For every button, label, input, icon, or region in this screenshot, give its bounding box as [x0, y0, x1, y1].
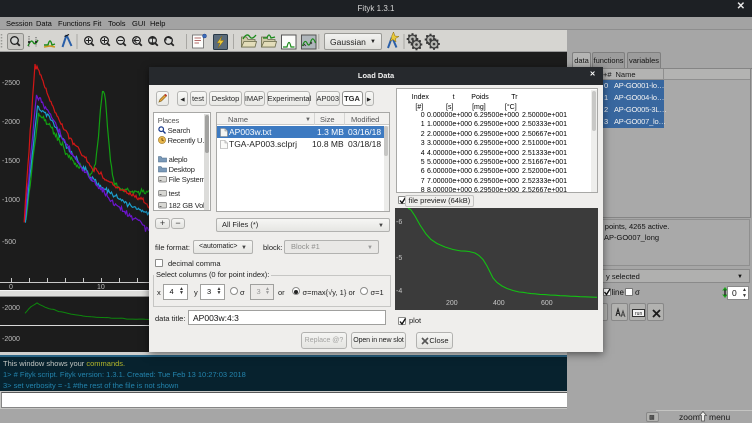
svg-text:run: run	[635, 311, 642, 317]
